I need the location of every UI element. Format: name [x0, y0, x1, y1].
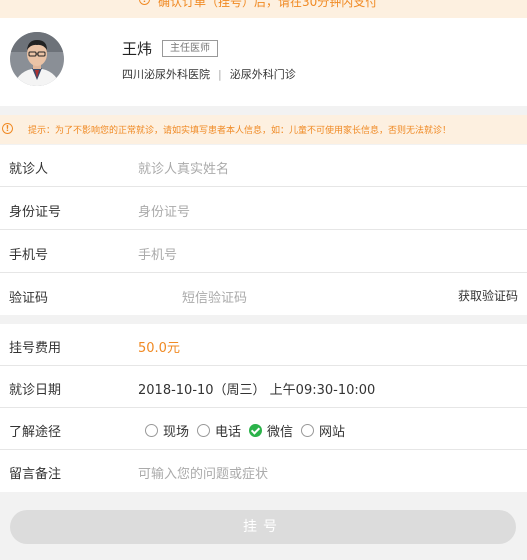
id-card-label: 身份证号: [9, 205, 62, 220]
patient-form: 就诊人 就诊人真实姓名 身份证号 身份证号 手机号 手机号 验证码 短信验证码 …: [0, 145, 527, 315]
remark-row[interactable]: 留言备注 可输入您的问题或症状: [0, 450, 527, 492]
radio-phone[interactable]: [197, 424, 211, 437]
doctor-avatar: [10, 32, 64, 86]
info-icon: !: [2, 123, 13, 134]
phone-row[interactable]: 手机号 手机号: [0, 231, 527, 273]
affiliation-separator: |: [218, 68, 222, 81]
visit-date-value: 2018-10-10（周三） 上午09:30-10:00: [138, 383, 376, 398]
remark-label: 留言备注: [9, 467, 62, 482]
option-onsite[interactable]: 现场: [145, 421, 189, 440]
option-wechat-label: 微信: [267, 425, 294, 440]
info-icon: !: [139, 0, 150, 5]
referral-source-options: 现场 电话 微信 网站: [145, 421, 353, 440]
hospital-name: 四川泌尿外科医院: [122, 68, 210, 81]
payment-notice-banner: ! 确认订单（挂号）后，请在30分钟内支付: [0, 0, 527, 18]
verification-code-input[interactable]: 短信验证码: [182, 287, 247, 306]
option-website[interactable]: 网站: [301, 421, 345, 440]
referral-source-row: 了解途径 现场 电话 微信 网站: [0, 408, 527, 450]
option-phone[interactable]: 电话: [197, 421, 241, 440]
verification-code-label: 验证码: [9, 291, 49, 306]
doctor-title-badge: 主任医师: [162, 40, 218, 57]
option-phone-label: 电话: [215, 425, 242, 440]
radio-website[interactable]: [301, 424, 315, 437]
doctor-name: 王炜: [122, 40, 153, 58]
id-card-input[interactable]: 身份证号: [138, 201, 190, 220]
doctor-affiliation: 四川泌尿外科医院 | 泌尿外科门诊: [122, 66, 296, 82]
option-website-label: 网站: [319, 425, 346, 440]
doctor-card: 王炜 主任医师 四川泌尿外科医院 | 泌尿外科门诊: [0, 18, 527, 106]
patient-name-label: 就诊人: [9, 162, 49, 177]
info-tip-banner: ! 提示：为了不影响您的正常就诊，请如实填写患者本人信息，如：儿童不可使用家长信…: [0, 115, 527, 144]
phone-label: 手机号: [9, 248, 49, 263]
get-code-button[interactable]: 获取验证码: [458, 287, 518, 304]
payment-notice-text: 确认订单（挂号）后，请在30分钟内支付: [158, 0, 378, 9]
referral-source-label: 了解途径: [9, 425, 62, 440]
id-card-row[interactable]: 身份证号 身份证号: [0, 188, 527, 230]
option-onsite-label: 现场: [163, 425, 190, 440]
radio-wechat-checked[interactable]: [249, 424, 263, 437]
radio-onsite[interactable]: [145, 424, 158, 437]
fee-label: 挂号费用: [9, 341, 62, 356]
fee-row: 挂号费用 50.0元: [0, 324, 527, 366]
visit-date-row: 就诊日期 2018-10-10（周三） 上午09:30-10:00: [0, 366, 527, 408]
patient-name-input[interactable]: 就诊人真实姓名: [138, 158, 229, 177]
option-wechat[interactable]: 微信: [249, 421, 293, 440]
remark-input[interactable]: 可输入您的问题或症状: [138, 463, 268, 482]
register-button[interactable]: 挂号: [10, 510, 516, 544]
visit-date-label: 就诊日期: [9, 383, 62, 398]
order-details: 挂号费用 50.0元 就诊日期 2018-10-10（周三） 上午09:30-1…: [0, 324, 527, 492]
verification-code-row[interactable]: 验证码 短信验证码 获取验证码: [0, 274, 527, 316]
patient-name-row[interactable]: 就诊人 就诊人真实姓名: [0, 145, 527, 187]
fee-value: 50.0元: [138, 341, 180, 356]
department-name: 泌尿外科门诊: [229, 68, 296, 81]
info-tip-text: 提示：为了不影响您的正常就诊，请如实填写患者本人信息，如：儿童不可使用家长信息，…: [28, 126, 452, 136]
phone-input[interactable]: 手机号: [138, 244, 177, 263]
